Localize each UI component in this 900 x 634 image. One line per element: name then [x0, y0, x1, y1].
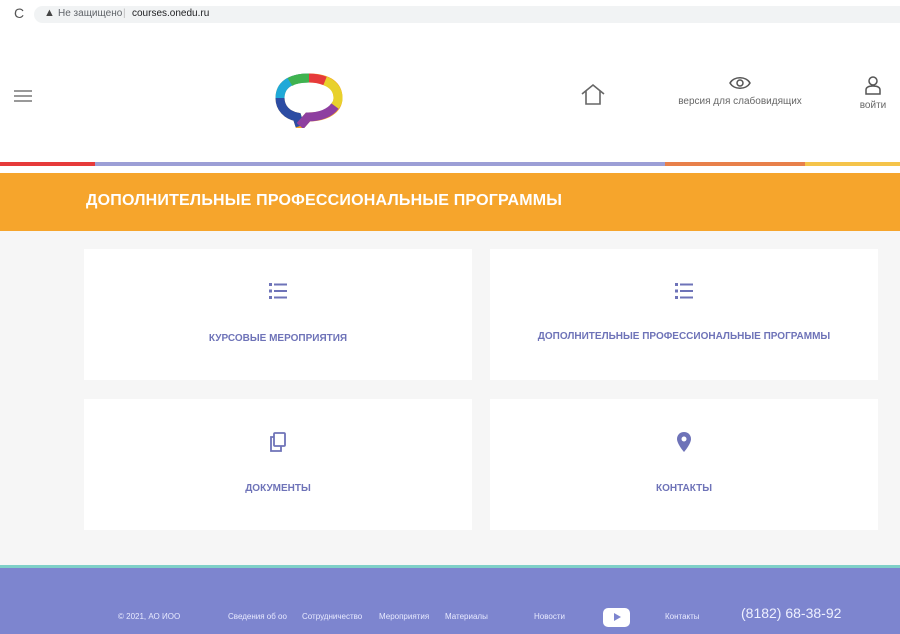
low-vision-version-button[interactable]: версия для слабовидящих: [665, 75, 815, 125]
card-label: КУРСОВЫЕ МЕРОПРИЯТИЯ: [208, 333, 348, 344]
stripe-yellow: [805, 162, 900, 166]
footer-link-materials[interactable]: Материалы: [445, 612, 488, 621]
footer-link-events[interactable]: Мероприятия: [379, 612, 429, 621]
insecure-label[interactable]: Не защищено: [58, 8, 122, 19]
menu-icon[interactable]: [14, 90, 32, 102]
card-label: ДОПОЛНИТЕЛЬНЫЕ ПРОФЕССИОНАЛЬНЫЕ ПРОГРАММ…: [537, 331, 831, 342]
color-stripe: [0, 162, 900, 166]
home-icon[interactable]: [578, 82, 608, 108]
login-label: войти: [859, 100, 887, 111]
footer-link-cooperation[interactable]: Сотрудничество: [302, 612, 362, 621]
page-banner: ДОПОЛНИТЕЛЬНЫЕ ПРОФЕССИОНАЛЬНЫЕ ПРОГРАММ…: [0, 173, 900, 231]
footer-link-contacts[interactable]: Контакты: [665, 612, 700, 621]
low-vision-label: версия для слабовидящих: [678, 96, 802, 107]
youtube-icon[interactable]: [603, 608, 630, 627]
login-button[interactable]: войти: [850, 75, 896, 125]
copyright: © 2021, АО ИОО: [118, 612, 181, 621]
browser-address-bar: C ▲ Не защищено | courses.onedu.ru: [0, 0, 900, 28]
map-pin-icon: [677, 432, 691, 452]
url-text[interactable]: courses.onedu.ru: [132, 8, 209, 19]
card-course-events[interactable]: КУРСОВЫЕ МЕРОПРИЯТИЯ: [84, 249, 472, 380]
url-separator: |: [123, 8, 126, 19]
phone-number[interactable]: (8182) 68-38-92: [741, 605, 841, 621]
card-label: ДОКУМЕНТЫ: [245, 483, 311, 494]
stripe-lavender: [95, 162, 665, 166]
stripe-orange: [665, 162, 805, 166]
list-icon: [675, 283, 693, 299]
user-icon: [865, 76, 881, 95]
site-logo[interactable]: [275, 72, 343, 128]
list-icon: [269, 283, 287, 299]
warning-icon[interactable]: ▲: [44, 7, 55, 19]
footer-link-news[interactable]: Новости: [534, 612, 565, 621]
page-title: ДОПОЛНИТЕЛЬНЫЕ ПРОФЕССИОНАЛЬНЫЕ ПРОГРАММ…: [86, 192, 563, 209]
card-contacts[interactable]: КОНТАКТЫ: [490, 399, 878, 530]
footer-link-about[interactable]: Сведения об оо: [228, 612, 287, 621]
stripe-red: [0, 162, 95, 166]
eye-icon: [729, 77, 751, 89]
card-additional-programs[interactable]: ДОПОЛНИТЕЛЬНЫЕ ПРОФЕССИОНАЛЬНЫЕ ПРОГРАММ…: [490, 249, 878, 380]
documents-icon: [270, 432, 286, 452]
reload-icon[interactable]: C: [14, 5, 24, 21]
card-label: КОНТАКТЫ: [655, 483, 713, 494]
omnibox[interactable]: ▲ Не защищено | courses.onedu.ru: [34, 6, 900, 23]
site-footer: © 2021, АО ИОО Сведения об оо Сотрудниче…: [0, 568, 900, 634]
card-documents[interactable]: ДОКУМЕНТЫ: [84, 399, 472, 530]
category-grid: КУРСОВЫЕ МЕРОПРИЯТИЯ ДОПОЛНИТЕЛЬНЫЕ ПРОФ…: [0, 231, 900, 565]
